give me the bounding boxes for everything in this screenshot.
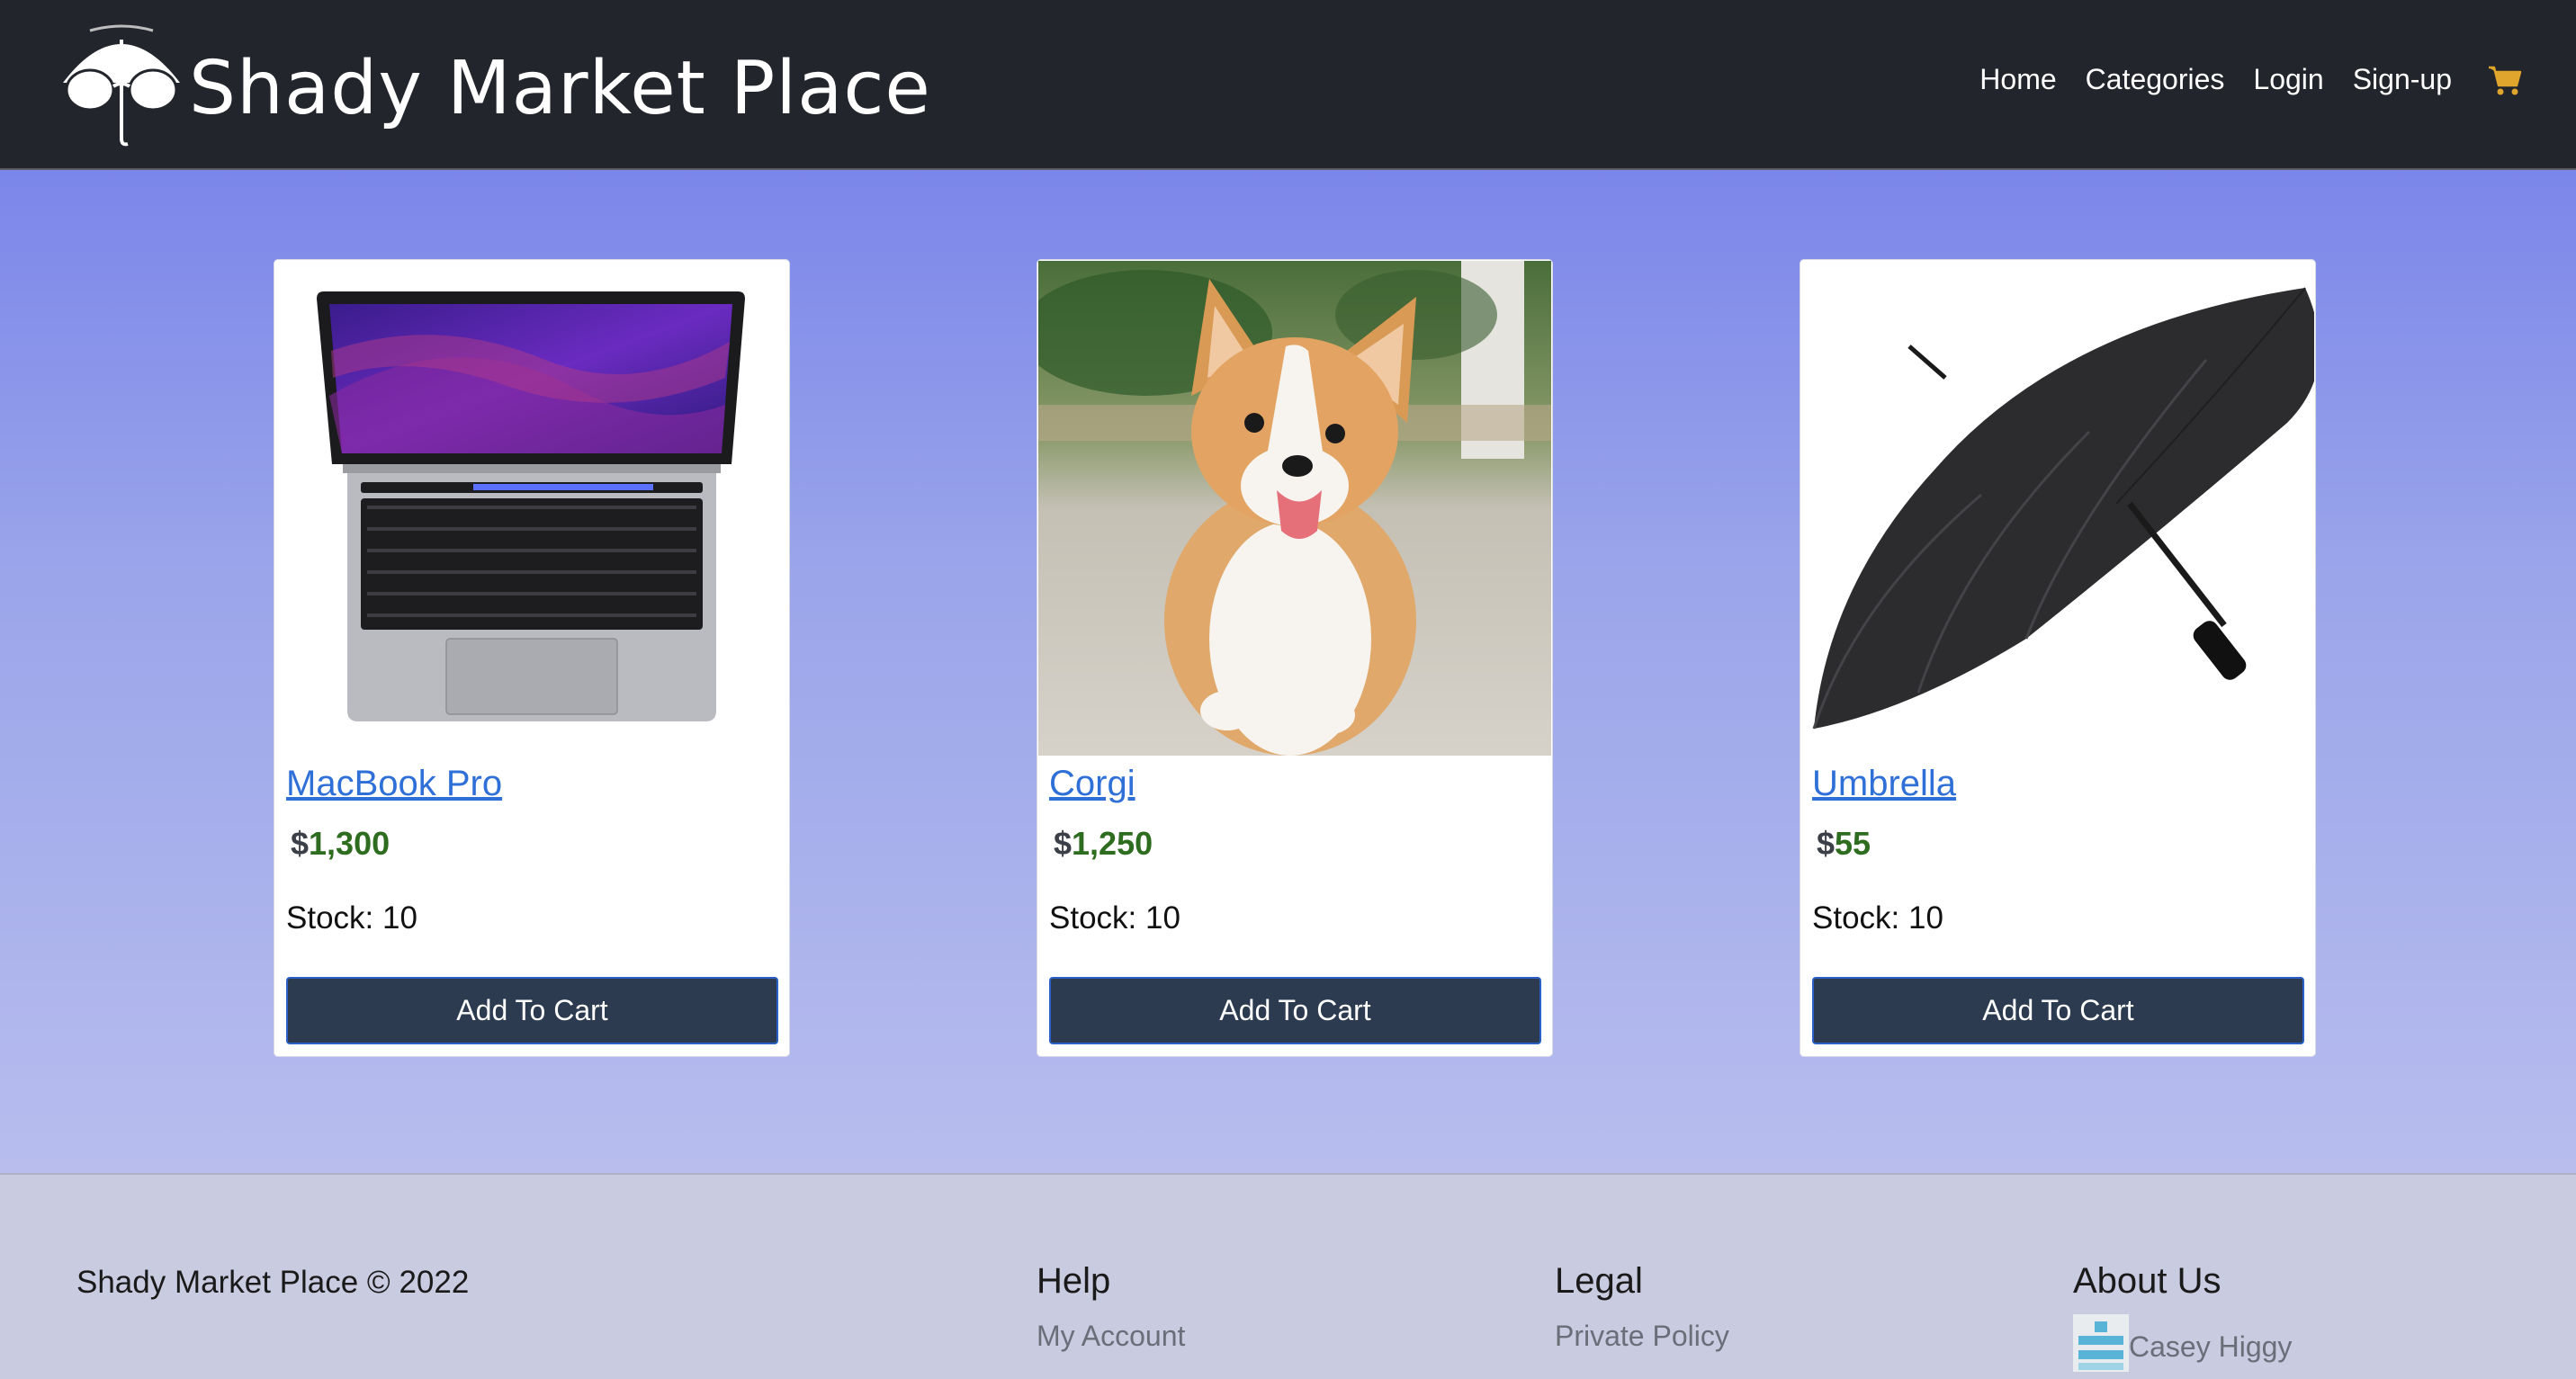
nav-signup-link[interactable]: Sign-up — [2353, 63, 2452, 96]
add-to-cart-button[interactable]: Add To Cart — [1812, 977, 2304, 1044]
price-value: 1,250 — [1072, 825, 1153, 862]
footer-about-heading: About Us — [2073, 1261, 2221, 1301]
dollar-sign: $ — [291, 825, 310, 862]
product-grid: MacBook Pro $1,300 Stock: 10 Add To Cart — [0, 170, 2576, 1173]
product-title-link[interactable]: Umbrella — [1812, 764, 1956, 804]
product-card: MacBook Pro $1,300 Stock: 10 Add To Cart — [274, 259, 790, 1057]
my-account-link[interactable]: My Account — [1037, 1320, 1185, 1353]
price-value: 1,300 — [309, 825, 390, 862]
casey-higgy-link[interactable]: Casey Higgy — [2129, 1330, 2292, 1364]
nav-links: Home Categories Login Sign-up — [1951, 63, 2522, 96]
private-policy-link[interactable]: Private Policy — [1555, 1320, 1729, 1353]
footer-legal-heading: Legal — [1555, 1261, 1643, 1301]
avatar — [2073, 1314, 2129, 1372]
shopping-cart-icon[interactable] — [2488, 64, 2522, 96]
product-stock: Stock: 10 — [1812, 900, 1943, 936]
product-card: Umbrella $55 Stock: 10 Add To Cart — [1800, 259, 2316, 1057]
product-title-link[interactable]: Corgi — [1049, 764, 1135, 804]
copyright-text: Shady Market Place © 2022 — [76, 1265, 470, 1300]
footer-about-column: About Us Casey Higgy — [2073, 1261, 2292, 1372]
nav-home-link[interactable]: Home — [1979, 63, 2056, 96]
dollar-sign: $ — [1054, 825, 1073, 862]
product-stock: Stock: 10 — [286, 900, 417, 936]
add-to-cart-button[interactable]: Add To Cart — [1049, 977, 1541, 1044]
product-card: Corgi $1,250 Stock: 10 Add To Cart — [1037, 259, 1553, 1057]
footer: Shady Market Place © 2022 Help My Accoun… — [0, 1173, 2576, 1379]
add-to-cart-button[interactable]: Add To Cart — [286, 977, 778, 1044]
product-price: $55 — [1817, 825, 1871, 863]
nav-login-link[interactable]: Login — [2253, 63, 2323, 96]
product-stock: Stock: 10 — [1049, 900, 1180, 936]
dollar-sign: $ — [1817, 825, 1836, 862]
brand-link[interactable]: Shady Market Place — [54, 13, 931, 148]
brand-name: Shady Market Place — [189, 45, 931, 131]
umbrella-sunglasses-logo-icon — [63, 24, 180, 147]
footer-help-column: Help My Account — [1037, 1261, 1185, 1353]
product-price: $1,300 — [291, 825, 390, 863]
laptop-image[interactable] — [275, 261, 788, 756]
price-value: 55 — [1835, 825, 1871, 862]
footer-help-heading: Help — [1037, 1261, 1111, 1301]
product-title-link[interactable]: MacBook Pro — [286, 764, 502, 804]
product-price: $1,250 — [1054, 825, 1153, 863]
footer-legal-column: Legal Private Policy — [1555, 1261, 1729, 1353]
umbrella-image[interactable] — [1801, 261, 2314, 756]
nav-categories-link[interactable]: Categories — [2086, 63, 2225, 96]
about-member[interactable]: Casey Higgy — [2073, 1314, 2292, 1372]
navbar: Shady Market Place Home Categories Login… — [0, 0, 2576, 170]
corgi-image[interactable] — [1038, 261, 1551, 756]
